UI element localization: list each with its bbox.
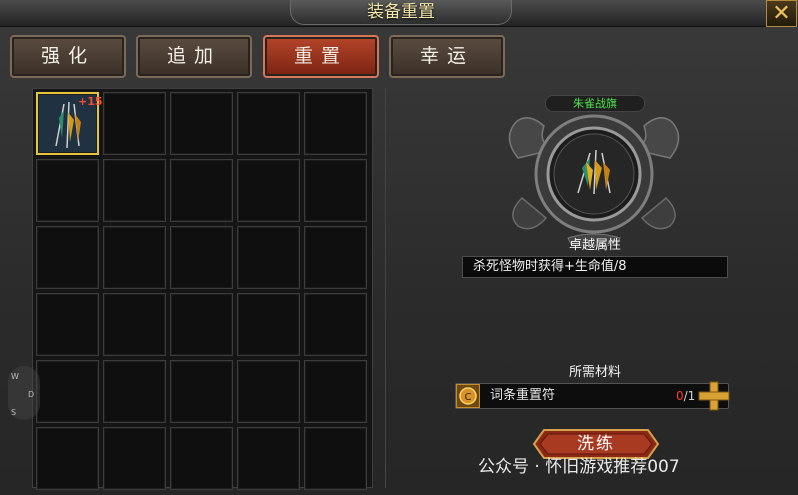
inventory-slot[interactable] [170,92,233,155]
material-count: 0/1 [676,384,695,408]
inventory-slot[interactable] [103,293,166,356]
coin-icon: C [456,384,480,408]
inventory-slot[interactable] [36,159,99,222]
inventory-slot[interactable] [170,427,233,490]
title-bar: 装备重置 [0,0,798,27]
inventory-slot[interactable] [170,293,233,356]
inventory-slot[interactable] [103,427,166,490]
inventory-slot[interactable] [36,293,99,356]
inventory-slot[interactable] [304,92,367,155]
inventory-slot[interactable] [237,92,300,155]
compass-hint: W D S [8,366,40,420]
material-need: /1 [683,389,696,403]
inventory-grid: +15 [32,88,373,490]
material-name: 词条重置符 [490,388,556,403]
material-have: 0 [676,389,684,403]
materials-title: 所需材料 [568,365,621,380]
excellent-attr-title: 卓越属性 [568,238,621,253]
excellent-attr-value: 杀死怪物时获得+生命值/8 [462,256,728,278]
tab-reset[interactable]: 重置 [263,35,379,78]
material-row: C 词条重置符 0/1 [455,383,729,409]
inventory-slot[interactable] [36,360,99,423]
inventory-slot[interactable] [237,427,300,490]
inventory-slot[interactable] [103,159,166,222]
inventory-slot[interactable] [36,427,99,490]
inventory-slot[interactable] [103,226,166,289]
inventory-slot[interactable] [304,293,367,356]
inventory-slot[interactable] [36,226,99,289]
close-button[interactable]: ✕ [766,0,797,27]
inventory-slot[interactable] [170,159,233,222]
hint-w: W [11,372,19,381]
inventory-slot[interactable] [237,360,300,423]
tab-luck[interactable]: 幸运 [389,35,505,78]
item-name: 朱雀战旗 [545,95,645,112]
enhance-level: +15 [78,95,103,108]
inventory-slot[interactable] [304,226,367,289]
watermark: 公众号 · 怀旧游戏推荐007 [478,457,680,477]
inventory-slot[interactable] [103,92,166,155]
equipment-reset-window: 装备重置 ✕ 强化 追加 重置 幸运 +15 W D S 朱雀战旗 卓越属性 杀… [0,0,798,495]
tab-enhance[interactable]: 强化 [10,35,126,78]
tab-add[interactable]: 追加 [136,35,252,78]
window-title: 装备重置 [290,0,512,25]
inventory-slot[interactable] [103,360,166,423]
inventory-slot[interactable] [237,226,300,289]
inventory-slot[interactable] [170,226,233,289]
inventory-slot[interactable] [170,360,233,423]
hint-s: S [11,408,17,417]
inventory-slot[interactable] [304,360,367,423]
close-icon: ✕ [772,1,791,26]
inventory-slot[interactable] [304,159,367,222]
inventory-slot[interactable] [237,159,300,222]
add-material-button[interactable] [697,380,731,412]
inventory-slot[interactable] [304,427,367,490]
item-display-ring [508,114,680,246]
inventory-slot[interactable]: +15 [36,92,103,155]
panel-divider [385,88,386,488]
inventory-slot[interactable] [237,293,300,356]
svg-text:C: C [465,392,472,403]
hint-d: D [28,390,35,399]
